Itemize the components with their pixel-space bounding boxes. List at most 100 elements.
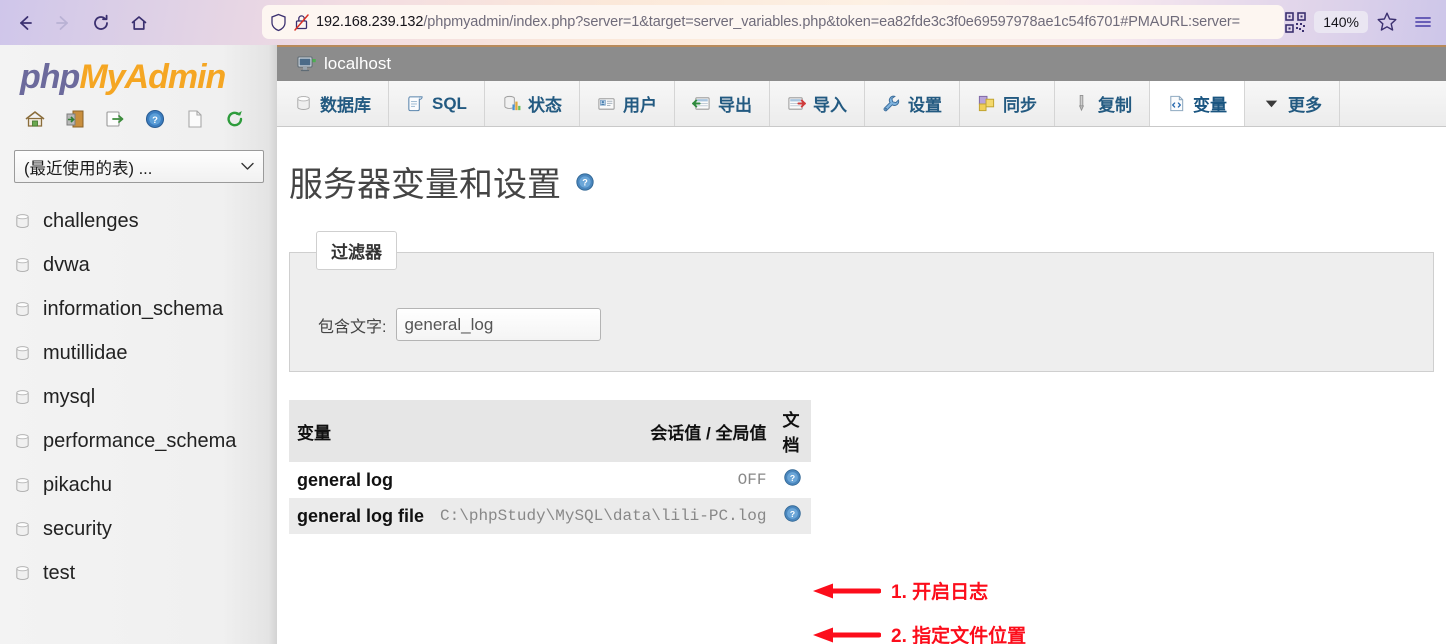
database-icon bbox=[16, 214, 29, 228]
tab-label: 数据库 bbox=[320, 96, 371, 115]
arrow-right-icon bbox=[56, 15, 68, 30]
recent-tables-value: (最近使用的表) ... bbox=[24, 159, 153, 178]
star-icon[interactable] bbox=[1370, 5, 1404, 39]
svg-text:?: ? bbox=[790, 509, 795, 519]
col-value[interactable]: 会话值 / 全局值 bbox=[432, 400, 775, 462]
reload-icon bbox=[94, 14, 108, 30]
annotation-2: 2. 指定文件位置 bbox=[811, 621, 1026, 644]
database-icon bbox=[16, 478, 29, 492]
sidebar-database-item[interactable]: mysql bbox=[0, 375, 277, 419]
sidebar-database-label: mysql bbox=[43, 385, 96, 408]
annotation-2-text: 2. 指定文件位置 bbox=[891, 626, 1027, 644]
exit-door-icon[interactable] bbox=[64, 108, 86, 130]
tab-label: 状态 bbox=[527, 96, 562, 115]
database-icon bbox=[16, 258, 29, 272]
address-bar-icons bbox=[270, 13, 316, 32]
logo-my: My bbox=[79, 58, 125, 96]
help-icon[interactable]: ? bbox=[783, 504, 802, 523]
variable-value-cell[interactable]: C:\phpStudy\MySQL\data\lili-PC.log bbox=[432, 498, 775, 534]
zoom-level-badge[interactable]: 140% bbox=[1314, 11, 1368, 33]
main-content: localhost 数据库 SQL 状态 用户 导出 导入 设置 同步 复制 变量 更多 服务器变量… bbox=[277, 45, 1446, 644]
database-icon bbox=[16, 434, 29, 448]
tab-status-chart[interactable]: 状态 bbox=[484, 81, 580, 126]
tab-export[interactable]: 导出 bbox=[674, 81, 770, 126]
variable-doc-cell[interactable]: ? bbox=[774, 462, 811, 498]
sidebar-database-label: test bbox=[43, 561, 76, 584]
tab-label: 用户 bbox=[622, 96, 657, 115]
chevron-down-icon bbox=[241, 163, 254, 171]
help-icon[interactable]: ? bbox=[783, 468, 802, 487]
database-icon bbox=[294, 94, 313, 113]
tab-label: 设置 bbox=[907, 96, 942, 115]
tab-chevron-down[interactable]: 更多 bbox=[1244, 81, 1340, 126]
recent-tables-select[interactable]: (最近使用的表) ... bbox=[14, 150, 264, 184]
sidebar-database-label: dvwa bbox=[43, 253, 90, 276]
table-row[interactable]: general log OFF? bbox=[289, 462, 811, 498]
help-icon[interactable]: ? bbox=[144, 108, 166, 130]
variables-code-icon bbox=[1167, 94, 1186, 113]
new-window-icon[interactable] bbox=[104, 108, 126, 130]
sidebar-database-item[interactable]: pikachu bbox=[0, 463, 277, 507]
sidebar-database-item[interactable]: dvwa bbox=[0, 243, 277, 287]
url-path: /phpmyadmin/index.php?server=1&target=se… bbox=[423, 14, 1241, 30]
tab-bar-spacer bbox=[1339, 81, 1446, 126]
shield-icon[interactable] bbox=[270, 13, 287, 32]
home-button[interactable] bbox=[120, 6, 158, 40]
tab-label: 导出 bbox=[717, 96, 752, 115]
address-bar[interactable]: 192.168.239.132/phpmyadmin/index.php?ser… bbox=[262, 5, 1284, 39]
sidebar-database-item[interactable]: challenges bbox=[0, 199, 277, 243]
sidebar-database-item[interactable]: security bbox=[0, 507, 277, 551]
tab-users-card[interactable]: 用户 bbox=[579, 81, 675, 126]
home-icon[interactable] bbox=[24, 108, 46, 130]
sidebar-database-item[interactable]: performance_schema bbox=[0, 419, 277, 463]
sidebar-quick-icons: ? bbox=[24, 108, 277, 130]
reload-button[interactable] bbox=[82, 6, 120, 40]
padlock-crossed-icon[interactable] bbox=[293, 13, 310, 32]
filter-input[interactable] bbox=[396, 308, 602, 341]
docs-icon[interactable] bbox=[184, 108, 206, 130]
variable-value-cell[interactable]: OFF bbox=[432, 462, 775, 498]
server-name: localhost bbox=[324, 54, 392, 73]
sidebar-database-label: challenges bbox=[43, 209, 139, 232]
tab-sync[interactable]: 同步 bbox=[959, 81, 1055, 126]
hamburger-menu-icon[interactable] bbox=[1406, 5, 1440, 39]
filter-label: 包含文字: bbox=[318, 318, 387, 336]
svg-text:?: ? bbox=[790, 473, 795, 483]
variable-doc-cell[interactable]: ? bbox=[774, 498, 811, 534]
phpmyadmin-logo[interactable]: phpMyAdmin bbox=[20, 58, 277, 96]
back-button[interactable] bbox=[6, 6, 44, 40]
import-icon bbox=[787, 94, 806, 113]
col-doc: 文档 bbox=[774, 400, 811, 462]
sidebar-database-item[interactable]: information_schema bbox=[0, 287, 277, 331]
qr-code-icon[interactable] bbox=[1278, 5, 1312, 39]
tab-import[interactable]: 导入 bbox=[769, 81, 865, 126]
database-icon bbox=[16, 522, 29, 536]
table-row[interactable]: general log file C:\phpStudy\MySQL\data\l… bbox=[289, 498, 811, 534]
tab-replication[interactable]: 复制 bbox=[1054, 81, 1150, 126]
sidebar-database-item[interactable]: mutillidae bbox=[0, 331, 277, 375]
col-variable[interactable]: 变量 bbox=[289, 400, 433, 462]
sidebar-database-item[interactable]: test bbox=[0, 551, 277, 595]
tab-label: 导入 bbox=[812, 96, 847, 115]
tab-database[interactable]: 数据库 bbox=[277, 81, 389, 126]
arrow-left-red-icon bbox=[813, 627, 881, 642]
status-chart-icon bbox=[502, 94, 521, 113]
tab-variables-code[interactable]: 变量 bbox=[1149, 81, 1245, 126]
annotation-1-text: 1. 开启日志 bbox=[891, 582, 989, 603]
users-card-icon bbox=[597, 94, 616, 113]
tab-sql-scroll[interactable]: SQL bbox=[389, 81, 485, 126]
forward-button[interactable] bbox=[44, 6, 82, 40]
sql-scroll-icon bbox=[406, 94, 425, 113]
tab-wrench[interactable]: 设置 bbox=[864, 81, 960, 126]
sidebar-database-label: information_schema bbox=[43, 297, 224, 320]
main-tab-bar: 数据库 SQL 状态 用户 导出 导入 设置 同步 复制 变量 更多 bbox=[277, 81, 1446, 127]
help-icon[interactable]: ? bbox=[575, 172, 595, 192]
reload-green-icon[interactable] bbox=[224, 108, 246, 130]
svg-text:?: ? bbox=[152, 115, 158, 126]
svg-text:?: ? bbox=[582, 177, 588, 187]
chevron-down-icon bbox=[1262, 94, 1281, 113]
tab-label: 同步 bbox=[1002, 96, 1037, 115]
export-icon bbox=[691, 94, 711, 113]
database-icon bbox=[16, 346, 29, 360]
arrow-left-icon bbox=[20, 15, 32, 30]
